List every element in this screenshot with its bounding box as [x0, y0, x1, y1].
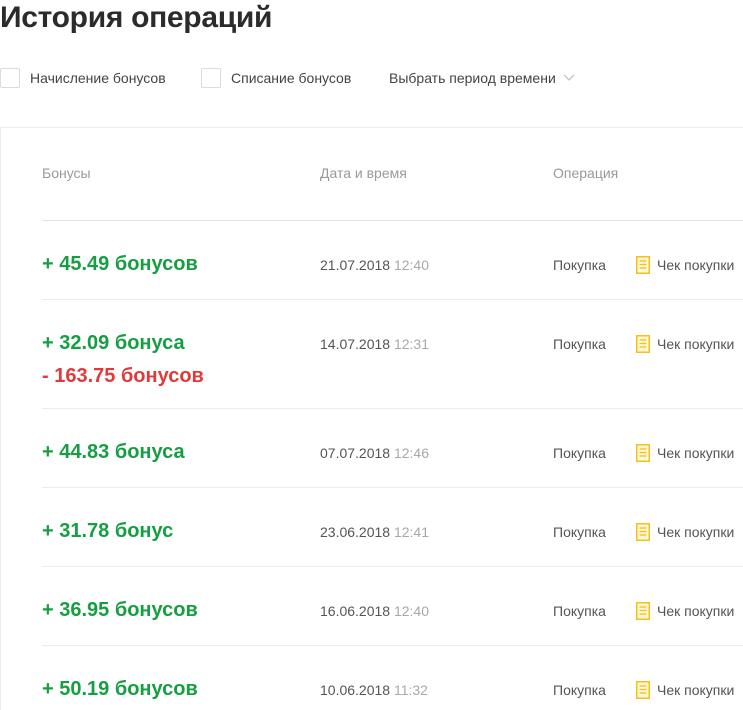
operation-date: 07.07.2018: [320, 445, 391, 461]
accrual-label: Начисление бонусов: [30, 70, 166, 86]
bonus-amount: + 44.83 бонуса: [42, 441, 185, 463]
column-header-bonuses: Бонусы: [42, 165, 91, 181]
receipt-icon: [636, 256, 650, 274]
operation-time: 12:40: [393, 603, 430, 619]
receipt-label: Чек покупки: [657, 682, 735, 698]
receipt-icon: [636, 602, 650, 620]
period-label: Выбрать период времени: [389, 70, 556, 86]
receipt-link[interactable]: Чек покупки: [636, 602, 734, 620]
operation-time: 12:40: [393, 257, 430, 273]
receipt-label: Чек покупки: [657, 336, 735, 352]
operation-date: 10.06.2018: [320, 682, 391, 698]
operation-date: 23.06.2018: [320, 524, 391, 540]
bonus-amount: + 36.95 бонусов: [42, 599, 198, 621]
filter-writeoff[interactable]: Списание бонусов: [201, 67, 351, 89]
operation-date: 16.06.2018: [320, 603, 391, 619]
receipt-link[interactable]: Чек покупки: [636, 444, 734, 462]
operation-time: 12:41: [393, 524, 430, 540]
row-divider: [42, 566, 743, 567]
bonus-amount: + 50.19 бонусов: [42, 678, 198, 700]
operation-type: Покупка: [553, 257, 606, 273]
row-divider: [42, 299, 743, 300]
operation-type: Покупка: [553, 682, 606, 698]
operation-type: Покупка: [553, 524, 606, 540]
operation-time: 11:32: [393, 682, 428, 698]
operation-date: 14.07.2018: [320, 336, 391, 352]
bonus-amount: + 31.78 бонус: [42, 520, 174, 542]
receipt-icon: [636, 681, 650, 699]
receipt-icon: [636, 523, 650, 541]
receipt-label: Чек покупки: [657, 257, 735, 273]
row-divider: [42, 645, 743, 646]
receipt-link[interactable]: Чек покупки: [636, 335, 734, 353]
filter-accrual[interactable]: Начисление бонусов: [0, 67, 166, 89]
operations-table: [0, 127, 743, 710]
bonus-amount: + 45.49 бонусов: [42, 253, 198, 275]
receipt-icon: [636, 444, 650, 462]
writeoff-checkbox[interactable]: [201, 68, 221, 88]
operation-date: 21.07.2018: [320, 257, 391, 273]
row-divider: [42, 408, 743, 409]
bonus-writeoff-amount: - 163.75 бонусов: [42, 365, 204, 387]
receipt-link[interactable]: Чек покупки: [636, 256, 734, 274]
header-divider: [42, 220, 743, 221]
operation-datetime: 14.07.2018 12:31: [320, 336, 429, 352]
operation-time: 12:31: [393, 336, 430, 352]
receipt-label: Чек покупки: [657, 445, 735, 461]
column-header-operation: Операция: [553, 165, 619, 181]
receipt-label: Чек покупки: [657, 603, 735, 619]
page-title: История операций: [0, 1, 273, 34]
writeoff-label: Списание бонусов: [231, 70, 352, 86]
operations-history-page: История операций Начисление бонусов Спис…: [0, 0, 743, 710]
period-dropdown[interactable]: Выбрать период времени: [389, 67, 575, 89]
receipt-icon: [636, 335, 650, 353]
bonus-amount: + 32.09 бонуса: [42, 332, 185, 354]
row-divider: [42, 487, 743, 488]
operation-datetime: 23.06.2018 12:41: [320, 524, 429, 540]
operation-type: Покупка: [553, 445, 606, 461]
chevron-down-icon: [563, 69, 575, 85]
operation-datetime: 10.06.2018 11:32: [320, 682, 428, 698]
operation-datetime: 07.07.2018 12:46: [320, 445, 429, 461]
operation-datetime: 21.07.2018 12:40: [320, 257, 429, 273]
operation-type: Покупка: [553, 336, 606, 352]
receipt-link[interactable]: Чек покупки: [636, 523, 734, 541]
column-header-datetime: Дата и время: [320, 165, 407, 181]
operation-datetime: 16.06.2018 12:40: [320, 603, 429, 619]
receipt-label: Чек покупки: [657, 524, 735, 540]
accrual-checkbox[interactable]: [0, 68, 20, 88]
operation-time: 12:46: [393, 445, 430, 461]
receipt-link[interactable]: Чек покупки: [636, 681, 734, 699]
operation-type: Покупка: [553, 603, 606, 619]
